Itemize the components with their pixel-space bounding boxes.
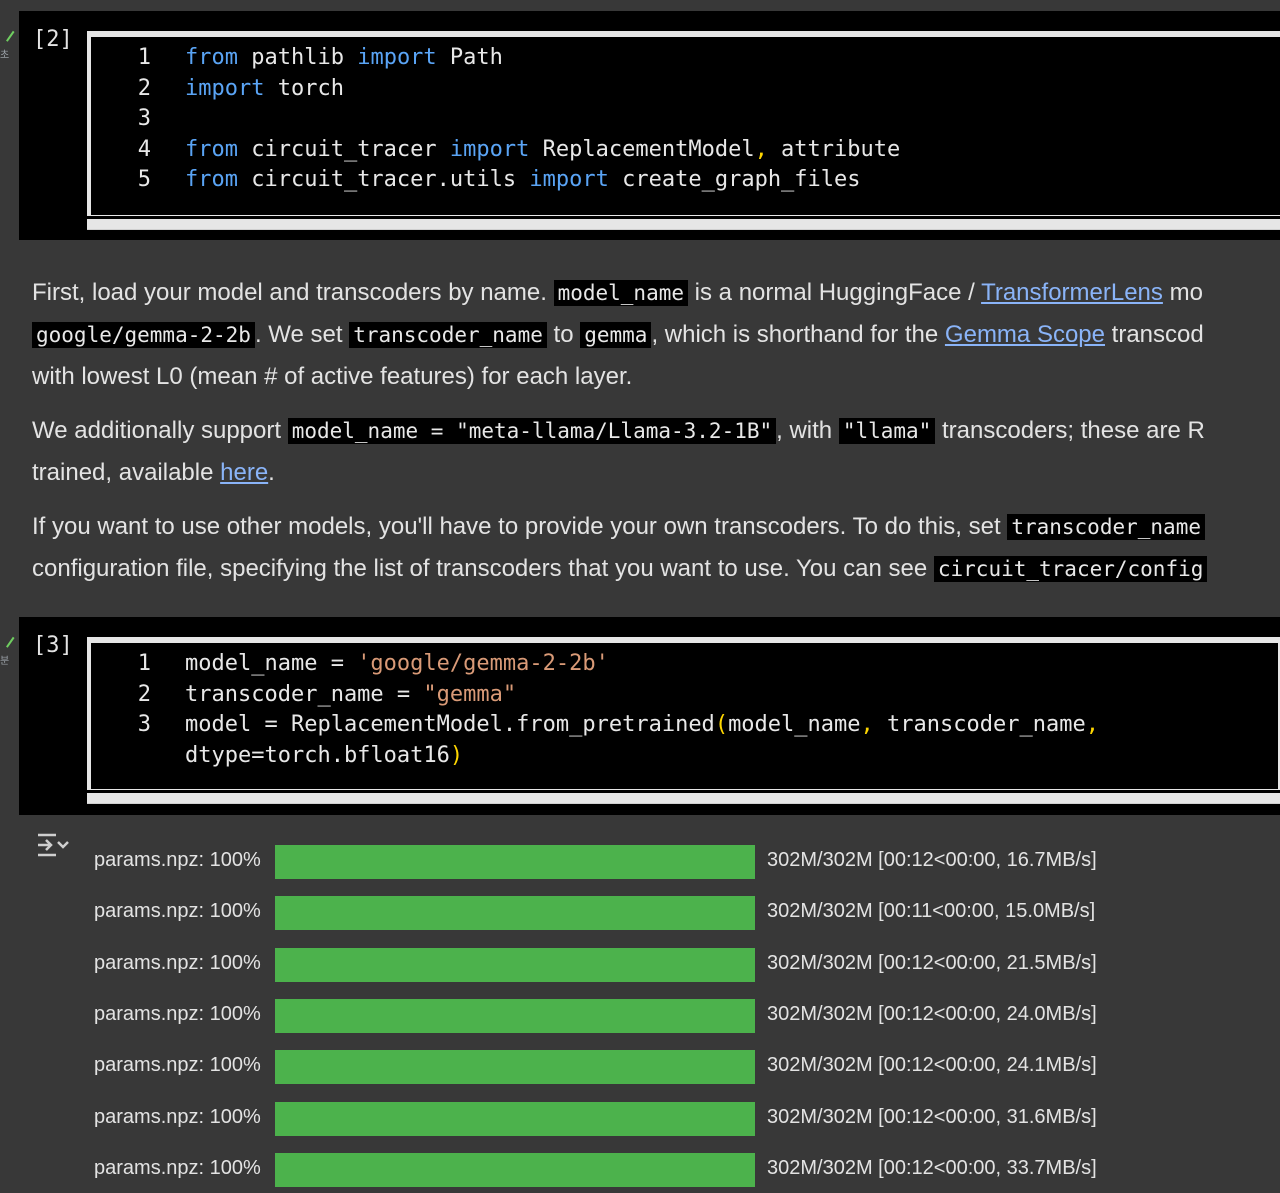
editor-scrollbar[interactable] [87,790,1280,804]
code-text: model = ReplacementModel.from_pretrained… [185,712,1099,737]
progress-bar [275,1152,755,1187]
execution-count: [2] [33,27,73,52]
progress-bar [275,1050,755,1085]
output-toggle-icon[interactable] [36,830,70,860]
inline-code: transcoder_name [349,322,547,348]
code-text: dtype=torch.bfloat16) [185,743,463,768]
progress-bar [275,947,755,982]
code-text: from circuit_tracer import ReplacementMo… [185,137,900,162]
inline-code: circuit_tracer/config [933,556,1208,582]
progress-label: params.npz: 100% [94,849,261,871]
line-number: 5 [137,167,151,192]
line-number: 1 [137,45,151,70]
code-token: transcoder_name = [185,681,424,707]
line-number: 2 [137,681,151,707]
code-text: from circuit_tracer.utils import create_… [185,167,861,192]
inline-code: model_name = "meta-llama/Llama-3.2-1B" [287,418,777,444]
here-link[interactable]: here [220,459,268,486]
code-token: ReplacementModel [529,136,755,162]
code-token: create_graph_files [608,167,861,192]
md-paragraph-2: We additionally support model_name = "me… [32,417,1205,444]
progress-fill [275,1152,755,1187]
code-token: ) [449,742,464,768]
editor-scrollbar[interactable] [87,216,1280,230]
progress-bar [275,896,755,931]
code-token: circuit_tracer.utils [237,167,530,192]
code-token: , [860,712,874,737]
code-token: model_name [728,712,861,737]
progress-label: params.npz: 100% [94,951,261,974]
progress-fill [275,1101,755,1136]
progress-label: params.npz: 100% [94,1054,261,1077]
progress-stats: 302M/302M [00:12<00:00, 21.5MB/s] [767,951,1097,974]
progress-stats: 302M/302M [00:12<00:00, 31.6MB/s] [767,1105,1097,1128]
progress-stats: 302M/302M [00:12<00:00, 24.1MB/s] [767,1054,1097,1077]
progress-bar [275,845,755,879]
string-literal: "gemma" [423,681,517,707]
code-editor[interactable]: 1 from pathlib import Path 2 import torch 3 4… [87,31,1280,219]
check-icon [0,632,15,648]
code-cell-3[interactable]: [3] 1 model_name = 'google/gemma-2-2b' 2 tr… [19,617,1280,815]
progress-bar [275,1101,755,1136]
progress-stats: 302M/302M [00:11<00:00, 15.0MB/s] [767,900,1096,923]
progress-stats: 302M/302M [00:12<00:00, 16.7MB/s] [767,849,1097,871]
inline-code: google/gemma-2-2b [32,322,255,348]
progress-fill [275,845,755,879]
code-token: Path [436,45,503,70]
keyword: from [185,136,238,162]
progress-fill [275,1050,755,1085]
code-cell-2[interactable]: [2] 1 from pathlib import Path 2 import tor… [19,11,1280,240]
code-text: transcoder_name = "gemma" [185,682,516,707]
line-number: 4 [137,136,151,162]
progress-fill [275,947,755,982]
line-number: 3 [137,712,151,737]
code-token: dtype=torch.bfloat16 [185,742,450,768]
code-token: transcoder_name [873,712,1086,737]
code-text: model_name = 'google/gemma-2-2b' [185,651,609,676]
progress-label: params.npz: 100% [94,900,261,923]
code-token: model_name = [185,651,358,676]
progress-label: params.npz: 100% [94,1002,261,1025]
code-token: pathlib [237,45,358,70]
code-editor[interactable]: 1 model_name = 'google/gemma-2-2b' 2 transc… [87,637,1280,793]
inline-code: gemma [580,322,652,348]
code-token: , [1085,712,1099,737]
code-token: model = ReplacementModel.from_pretrained [185,712,715,737]
progress-stats: 302M/302M [00:12<00:00, 33.7MB/s] [767,1156,1097,1179]
inline-code: "llama" [838,418,936,444]
keyword: import [357,45,437,70]
code-token: torch [264,75,344,101]
progress-fill [275,998,755,1033]
keyword: import [529,167,609,192]
code-token: , [754,136,768,162]
code-token: ( [714,712,729,737]
string-literal: 'google/gemma-2-2b' [357,651,609,676]
gemma-scope-link[interactable]: Gemma Scope [945,321,1105,348]
code-token: attribute [767,136,901,162]
line-number: 2 [137,75,151,101]
execution-count: [3] [33,633,73,658]
inline-code: transcoder_name [1007,514,1205,540]
keyword: import [185,75,265,101]
code-token: circuit_tracer [237,136,450,162]
progress-stats: 302M/302M [00:12<00:00, 24.0MB/s] [767,1002,1097,1025]
check-icon [0,26,15,42]
keyword: import [449,136,530,162]
progress-fill [275,896,755,931]
line-number: 1 [137,651,151,676]
progress-label: params.npz: 100% [94,1156,261,1179]
transformerlens-link[interactable]: TransformerLens [981,279,1163,306]
code-text: from pathlib import Path [185,45,503,70]
progress-bar [275,998,755,1033]
md-paragraph-1: First, load your model and transcoders b… [32,279,1203,306]
line-number: 3 [137,106,151,131]
keyword: from [185,45,238,70]
code-text: import torch [185,76,344,101]
inline-code: model_name [553,280,689,306]
markdown-cell: First, load your model and transcoders b… [32,272,1280,590]
progress-label: params.npz: 100% [94,1105,261,1128]
keyword: from [185,167,238,192]
md-paragraph-3: If you want to use other models, you'll … [32,506,1280,548]
